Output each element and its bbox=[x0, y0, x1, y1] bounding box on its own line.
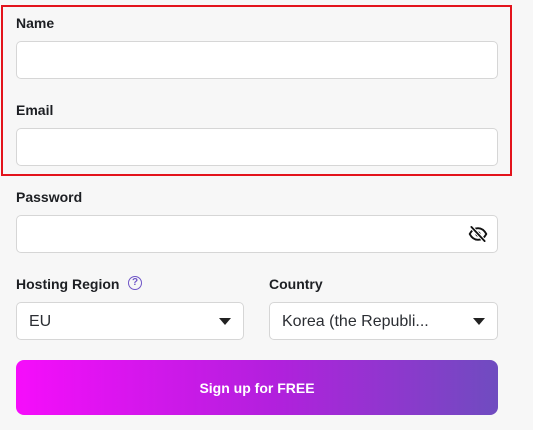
country-label: Country bbox=[269, 276, 323, 292]
email-label: Email bbox=[16, 102, 54, 118]
question-circle-icon[interactable]: ? bbox=[128, 276, 142, 290]
country-value: Korea (the Republi... bbox=[282, 313, 429, 330]
sign-up-button[interactable]: Sign up for FREE bbox=[16, 360, 498, 415]
hosting-region-select[interactable]: EU bbox=[16, 302, 244, 340]
chevron-down-icon bbox=[219, 318, 231, 325]
name-label: Name bbox=[16, 15, 55, 31]
email-field[interactable] bbox=[16, 128, 498, 166]
hosting-region-value: EU bbox=[29, 313, 52, 330]
hosting-region-label: Hosting Region bbox=[16, 276, 120, 292]
country-select[interactable]: Korea (the Republi... bbox=[269, 302, 498, 340]
eye-slash-icon[interactable] bbox=[467, 223, 489, 245]
password-label: Password bbox=[16, 189, 83, 205]
password-field[interactable] bbox=[16, 215, 498, 253]
chevron-down-icon bbox=[473, 318, 485, 325]
name-field[interactable] bbox=[16, 41, 498, 79]
